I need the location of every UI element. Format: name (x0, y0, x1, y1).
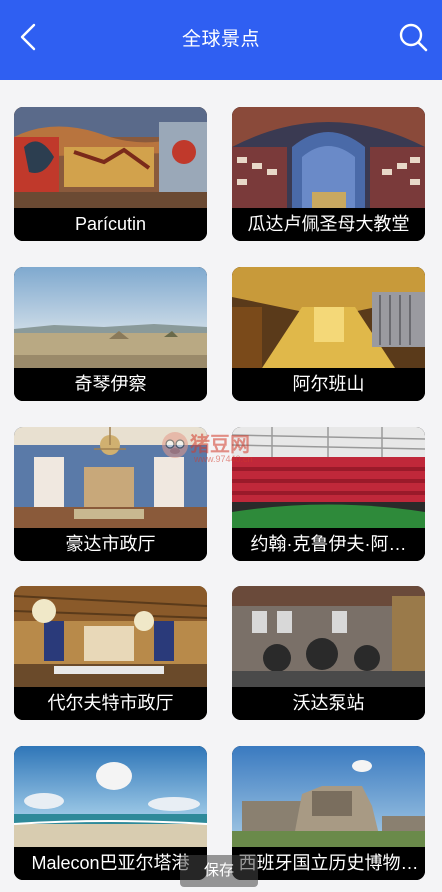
place-name: 代尔夫特市政厅 (14, 687, 207, 720)
place-card[interactable]: 西班牙国立历史博物… (232, 746, 425, 880)
place-thumbnail (14, 746, 207, 847)
place-card[interactable]: Malecon巴亚尔塔港 (14, 746, 207, 880)
pig-logo-icon (162, 432, 188, 458)
attraction-grid: Parícutin 瓜达卢佩圣母大教堂 奇琴伊察 阿尔班山 豪达市政厅 约翰·克… (0, 80, 442, 892)
page-title: 全球景点 (181, 29, 260, 50)
place-name: 奇琴伊察 (14, 368, 207, 401)
place-thumbnail (232, 746, 425, 847)
place-name: 约翰·克鲁伊夫·阿… (232, 528, 425, 561)
place-thumbnail (232, 267, 425, 368)
watermark-url: www.97440.cn (194, 454, 253, 464)
place-name: 西班牙国立历史博物… (232, 847, 425, 880)
place-thumbnail (14, 267, 207, 368)
watermark-brand: 猪豆网 (190, 432, 250, 456)
place-name: 阿尔班山 (232, 368, 425, 401)
place-name: 豪达市政厅 (14, 528, 207, 561)
app-header: 全球景点 (0, 0, 442, 80)
place-name: Parícutin (14, 208, 207, 241)
place-name: 瓜达卢佩圣母大教堂 (232, 208, 425, 241)
place-name: 沃达泵站 (232, 687, 425, 720)
place-thumbnail (232, 586, 425, 687)
place-thumbnail (14, 586, 207, 687)
place-card[interactable]: 阿尔班山 (232, 267, 425, 401)
search-icon[interactable] (398, 22, 428, 52)
place-card[interactable]: 奇琴伊察 (14, 267, 207, 401)
watermark: 猪豆网 www.97440.cn (160, 428, 280, 468)
place-card[interactable]: 沃达泵站 (232, 586, 425, 720)
place-card[interactable]: 瓜达卢佩圣母大教堂 (232, 107, 425, 241)
save-toast[interactable]: 保存 (180, 855, 258, 887)
place-thumbnail (14, 107, 207, 208)
place-card[interactable]: 代尔夫特市政厅 (14, 586, 207, 720)
place-thumbnail (232, 107, 425, 208)
place-name: Malecon巴亚尔塔港 (14, 847, 207, 880)
place-card[interactable]: Parícutin (14, 107, 207, 241)
